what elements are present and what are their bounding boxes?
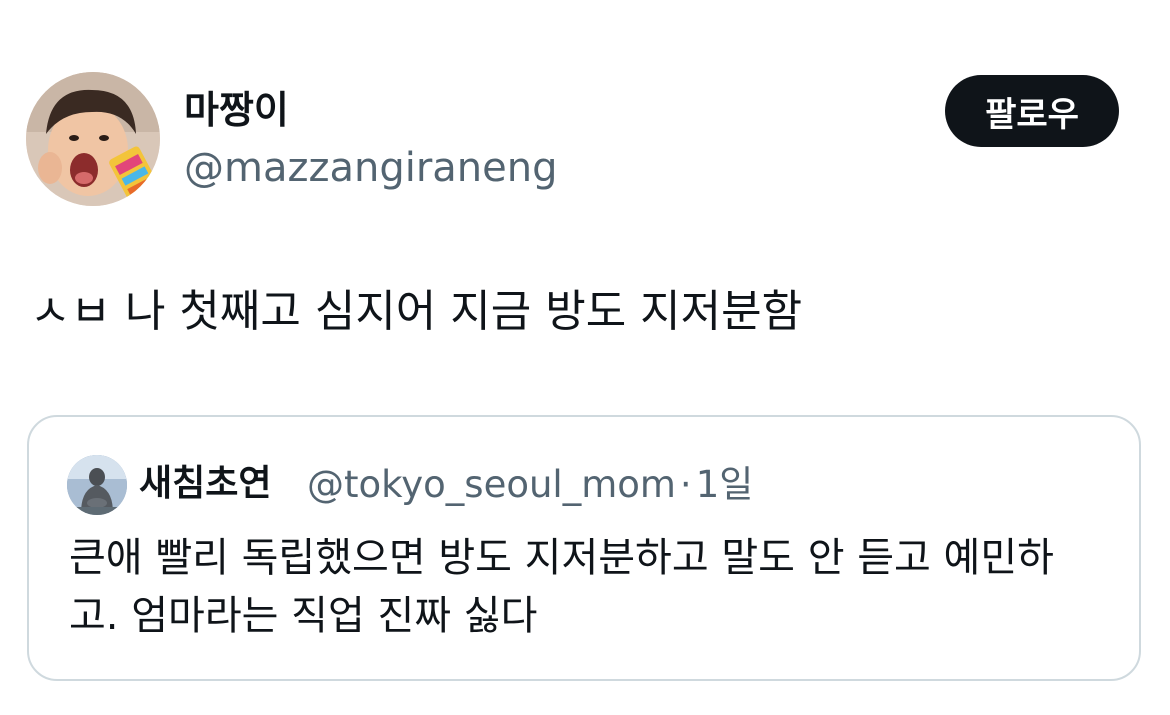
quoted-tweet-card[interactable]: 새침초연 @tokyo_seoul_mom · 1일 큰애 빨리 독립했으면 방도 … [27, 415, 1141, 681]
quoted-tweet-text-line: 고. 엄마라는 직업 진짜 싫다 [69, 593, 538, 639]
quoted-author-handle[interactable]: @tokyo_seoul_mom [307, 463, 676, 506]
avatar-image [26, 72, 160, 206]
quoted-author-avatar[interactable] [67, 455, 127, 515]
author-display-name[interactable]: 마짱이 [184, 86, 289, 134]
quoted-tweet-time[interactable]: 1일 [696, 463, 754, 506]
quoted-tweet-text: 큰애 빨리 독립했으면 방도 지저분하고 말도 안 듣고 예민하 고. 엄마라는… [69, 529, 1119, 645]
author-avatar[interactable] [26, 72, 160, 206]
follow-button[interactable]: 팔로우 [945, 75, 1119, 147]
meta-separator: · [679, 463, 692, 506]
quoted-tweet-meta: @tokyo_seoul_mom · 1일 [307, 462, 753, 508]
quote-avatar-image [67, 455, 127, 515]
quoted-tweet-text-line: 큰애 빨리 독립했으면 방도 지저분하고 말도 안 듣고 예민하 [69, 535, 1054, 581]
quoted-author-display-name[interactable]: 새침초연 [139, 461, 271, 507]
tweet-text: ㅅㅂ 나 첫째고 심지어 지금 방도 지저분함 [30, 286, 803, 337]
author-handle[interactable]: @mazzangiraneng [184, 143, 558, 193]
